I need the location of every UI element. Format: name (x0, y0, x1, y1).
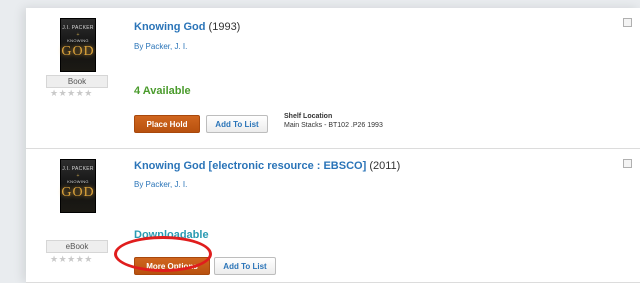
format-badge: Book (46, 75, 108, 88)
cover-title-text: KNOWING (67, 179, 89, 184)
more-options-button[interactable]: More Options (134, 257, 210, 275)
add-to-list-button[interactable]: Add To List (206, 115, 268, 133)
availability-status: Downloadable (134, 229, 209, 241)
cover-author-text: J.I. PACKER (62, 166, 94, 172)
select-checkbox[interactable] (623, 159, 632, 168)
select-checkbox[interactable] (623, 18, 632, 27)
result-title: Knowing God (1993) (134, 21, 240, 33)
title-link[interactable]: Knowing God (134, 21, 205, 33)
title-link[interactable]: Knowing God [electronic resource : EBSCO… (134, 160, 366, 172)
result-item: J.I. PACKER + KNOWING GOD eBook ★★★★★ Kn… (26, 149, 640, 283)
cover-title-god: GOD (61, 44, 95, 59)
rating-stars-icon[interactable]: ★★★★★ (50, 88, 93, 99)
pub-year: (1993) (208, 21, 241, 33)
book-cover-image[interactable]: J.I. PACKER + KNOWING GOD (60, 159, 96, 213)
add-to-list-button[interactable]: Add To List (214, 257, 276, 275)
availability-status: 4 Available (134, 85, 191, 97)
rating-stars-icon[interactable]: ★★★★★ (50, 254, 93, 265)
search-results-panel: J.I. PACKER + KNOWING GOD Book ★★★★★ Kno… (26, 8, 640, 283)
place-hold-button[interactable]: Place Hold (134, 115, 200, 133)
cover-author-text: J.I. PACKER (62, 25, 94, 31)
book-cover-image[interactable]: J.I. PACKER + KNOWING GOD (60, 18, 96, 72)
result-item: J.I. PACKER + KNOWING GOD Book ★★★★★ Kno… (26, 8, 640, 149)
shelf-location: Shelf Location Main Stacks - BT102 .P26 … (284, 112, 383, 130)
shelf-location-label: Shelf Location (284, 113, 333, 120)
author-link[interactable]: By Packer, J. I. (134, 42, 187, 51)
format-badge: eBook (46, 240, 108, 253)
result-title: Knowing God [electronic resource : EBSCO… (134, 160, 400, 172)
shelf-location-value: Main Stacks - BT102 .P26 1993 (284, 122, 383, 129)
cover-title-text: KNOWING (67, 38, 89, 43)
cover-title-god: GOD (61, 185, 95, 200)
author-link[interactable]: By Packer, J. I. (134, 180, 187, 189)
pub-year: (2011) (369, 160, 401, 172)
